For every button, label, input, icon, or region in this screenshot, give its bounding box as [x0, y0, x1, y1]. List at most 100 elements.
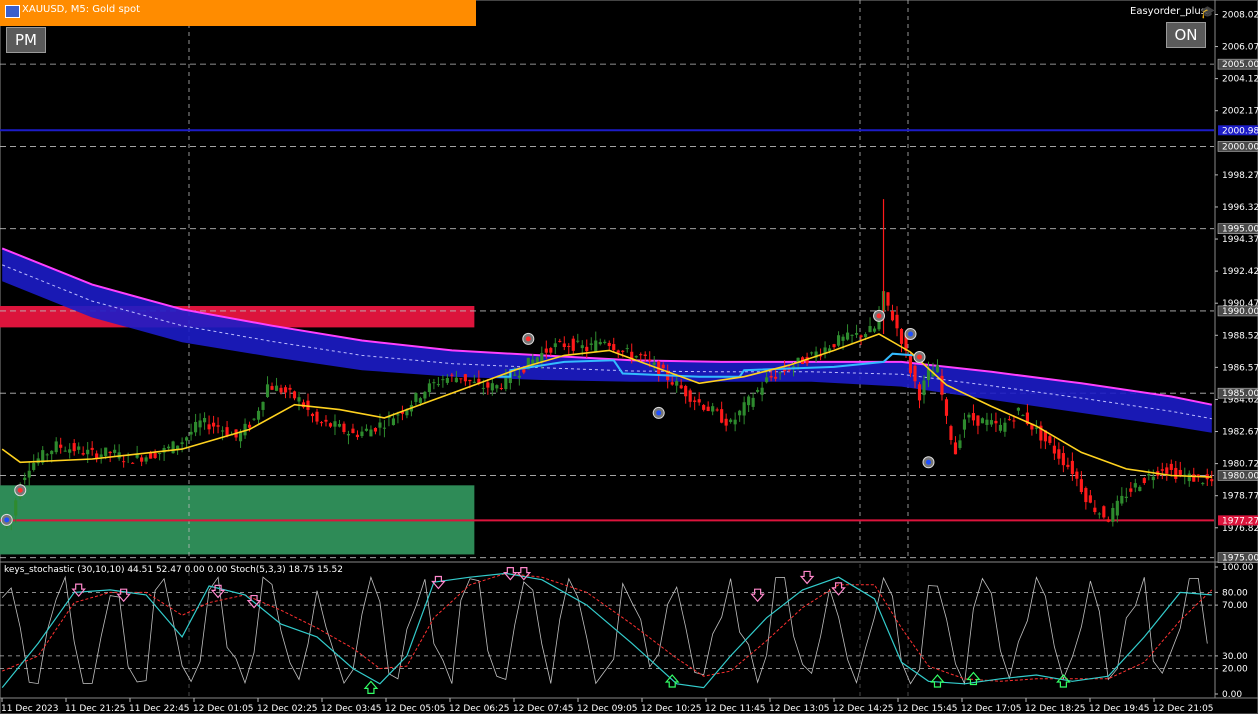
candle-body [104, 447, 108, 456]
candle-body [252, 418, 256, 420]
candle-body [171, 441, 175, 454]
candle-body [342, 423, 346, 433]
down-arrow-icon [750, 588, 765, 603]
candle-body [890, 310, 895, 321]
trade-marker-dot [908, 331, 913, 337]
candle-body [1178, 469, 1182, 475]
price-tick-label: 2006.07 [1222, 43, 1258, 53]
candle-body [1007, 419, 1011, 421]
candle-body [836, 335, 841, 346]
candle-body [423, 391, 427, 399]
candle-body [180, 442, 184, 445]
candle-body [1003, 422, 1007, 432]
candle-body [1097, 513, 1101, 515]
candle-body [612, 344, 616, 351]
candle-body [1160, 469, 1164, 471]
time-tick-label: 12 Dec 05:05 [385, 704, 446, 714]
candle-body [333, 421, 337, 427]
candle-body [486, 382, 490, 388]
candle-body [283, 387, 288, 393]
candle-body [926, 368, 931, 381]
candle-body [153, 453, 157, 459]
signal-line [2, 572, 1213, 682]
candle-body [63, 450, 67, 452]
candle-body [1138, 486, 1142, 492]
time-tick-label: 12 Dec 11:45 [705, 704, 766, 714]
candle-body [603, 341, 607, 343]
candle-body [279, 387, 283, 393]
moving-average-line [1, 333, 1212, 478]
candle-body [454, 377, 458, 383]
candle-body [711, 406, 715, 412]
candle-body [122, 461, 126, 463]
candle-body [1120, 495, 1124, 504]
candle-body [1093, 507, 1097, 513]
candle-body [1021, 415, 1025, 417]
candle-body [738, 410, 742, 416]
candle-body [292, 391, 297, 399]
candle-body [765, 377, 769, 383]
candle-body [346, 433, 351, 436]
candle-body [1174, 467, 1178, 479]
candle-body [490, 383, 494, 391]
candle-body [288, 387, 292, 390]
candle-body [355, 434, 360, 438]
trade-marker-dot [925, 459, 931, 465]
candle-body [274, 385, 279, 391]
candle-body [185, 437, 189, 441]
candle-body [1151, 476, 1155, 481]
candle-body [198, 420, 202, 428]
oscillator-tick-label: 30.00 [1222, 652, 1248, 662]
candle-body [971, 413, 976, 421]
candle-body [495, 385, 499, 389]
pm-button[interactable]: PM [6, 27, 46, 53]
candle-body [607, 342, 611, 347]
price-tick-label: 1988.52 [1222, 331, 1258, 341]
candle-body [652, 362, 656, 365]
candle-body [1066, 464, 1070, 467]
time-tick-label: 11 Dec 22:45 [129, 704, 190, 714]
time-tick-label: 12 Dec 17:05 [961, 704, 1022, 714]
candle-body [778, 372, 782, 374]
candle-body [108, 451, 112, 454]
candle-body [256, 410, 261, 420]
candle-body [571, 338, 575, 351]
time-tick-label: 12 Dec 07:45 [513, 704, 574, 714]
candle-body [1210, 479, 1214, 482]
candle-body [733, 419, 737, 425]
candle-body [1088, 495, 1092, 503]
candle-body [859, 335, 863, 338]
candle-body [648, 359, 652, 361]
level-price-label: 1995.00 [1222, 225, 1258, 235]
candle-body [450, 374, 454, 376]
candle-body [1102, 506, 1106, 518]
graduation-cap-icon: 🎓 [1200, 5, 1215, 19]
candle-body [985, 419, 989, 425]
candle-body [850, 334, 854, 336]
candle-body [1201, 483, 1205, 485]
candle-body [549, 348, 553, 353]
candle-body [751, 397, 755, 407]
candle-body [774, 376, 778, 379]
candle-body [706, 406, 710, 412]
candle-body [1192, 474, 1196, 482]
candle-body [225, 427, 229, 436]
line-price-label: 1977.27 [1222, 516, 1258, 526]
candle-body [715, 409, 719, 411]
candle-body [1106, 519, 1110, 522]
candle-body [913, 365, 917, 382]
expert-advisor-name: Easyorder_plus [1130, 6, 1206, 17]
oscillator-tick-label: 100.00 [1222, 563, 1254, 573]
candle-body [1124, 496, 1128, 498]
candle-body [589, 343, 593, 345]
price-tick-label: 1996.32 [1222, 203, 1258, 213]
candle-body [679, 385, 683, 389]
chart-canvas[interactable]: 2008.02 2006.07 2004.12 2002.17 1998.27 1996.… [0, 0, 1258, 714]
candle-body [1034, 427, 1038, 429]
down-arrow-icon [799, 570, 815, 585]
candle-body [436, 384, 440, 386]
oscillator-tick-label: 20.00 [1222, 665, 1248, 675]
on-button[interactable]: ON [1166, 22, 1206, 48]
candle-body [1079, 479, 1083, 493]
oscillator-tick-label: 80.00 [1222, 588, 1248, 598]
